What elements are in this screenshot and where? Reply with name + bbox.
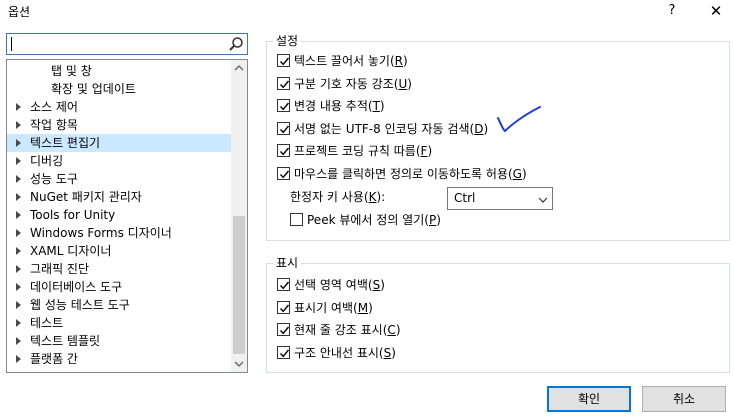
checkbox[interactable] (277, 99, 290, 112)
handwritten-check-annotation (497, 106, 541, 133)
option-label: 현재 줄 강조 표시(C) (294, 323, 401, 337)
tree-item[interactable]: 성능 도구 (7, 170, 231, 188)
modifier-key-select[interactable]: Ctrl (447, 187, 553, 210)
option-label: 구분 기호 자동 강조(U) (294, 76, 412, 91)
option-label: 프로젝트 코딩 규칙 따름(F) (294, 144, 433, 158)
tree-item[interactable]: 소스 제어 (7, 98, 231, 116)
option-label: 구조 안내선 표시(S) (294, 345, 396, 360)
tree-item[interactable]: 웹 성능 테스트 도구 (7, 296, 231, 314)
scroll-thumb[interactable] (233, 216, 245, 354)
expand-arrow-icon[interactable] (16, 355, 21, 363)
options-tree[interactable]: 탭 및 창확장 및 업데이트소스 제어작업 항목텍스트 편집기디버깅성능 도구 N… (6, 59, 248, 373)
tree-item-label: 테스트 (30, 316, 64, 330)
tree-item[interactable]: 플랫폼 간 (7, 350, 231, 368)
checkbox[interactable] (290, 213, 303, 226)
settings-legend: 설정 (273, 33, 302, 49)
tree-item[interactable]: 디버깅 (7, 152, 231, 170)
cancel-button[interactable]: 취소 (642, 386, 726, 412)
tree-item-label: 디버깅 (30, 154, 64, 168)
tree-item-label: 성능 도구 (30, 172, 78, 186)
search-icon[interactable] (228, 36, 244, 52)
tree-item[interactable]: 테스트 (7, 314, 231, 332)
option-label: 텍스트 끌어서 놓기(R) (294, 54, 408, 68)
window-title: 옵션 (8, 5, 31, 19)
option-label: 표시기 여백(M) (294, 300, 373, 315)
option-label: 변경 내용 추적(T) (294, 99, 385, 113)
expand-arrow-icon[interactable] (16, 265, 21, 273)
tree-item-label: 플랫폼 간 (30, 352, 78, 366)
expand-arrow-icon[interactable] (16, 175, 21, 183)
tree-item[interactable]: 데이터베이스 도구 (7, 278, 231, 296)
tree-item-label: 작업 항목 (30, 118, 78, 132)
chevron-down-icon (538, 194, 548, 204)
expand-arrow-icon[interactable] (16, 283, 21, 291)
tree-item-label: XAML 디자이너 (30, 244, 112, 258)
tree-item[interactable]: Tools for Unity (7, 206, 231, 224)
tree-scrollbar[interactable] (231, 60, 247, 372)
tree-item-label: 텍스트 편집기 (30, 136, 101, 150)
expand-arrow-icon[interactable] (16, 103, 21, 111)
expand-arrow-icon[interactable] (16, 121, 21, 129)
tree-item-label: 텍스트 템플릿 (30, 334, 101, 348)
tree-item[interactable]: NuGet 패키지 관리자 (7, 188, 231, 206)
checkbox[interactable] (277, 54, 290, 67)
expand-arrow-icon[interactable] (16, 157, 21, 165)
expand-arrow-icon[interactable] (16, 247, 21, 255)
modifier-key-value: Ctrl (454, 191, 476, 205)
text-caret (11, 37, 12, 51)
scroll-down-icon[interactable] (231, 355, 247, 372)
close-button[interactable]: ✕ (696, 0, 734, 24)
tree-item[interactable]: 텍스트 템플릿 (7, 332, 231, 350)
option-label: 서명 없는 UTF-8 인코딩 자동 검색(D) (294, 121, 489, 136)
help-button[interactable]: ? (652, 0, 692, 24)
expand-arrow-icon[interactable] (16, 301, 21, 309)
checkbox[interactable] (277, 345, 290, 359)
tree-item-label: 소스 제어 (30, 100, 78, 114)
checkbox[interactable] (277, 300, 290, 314)
title-bar: 옵션 ? ✕ (0, 0, 734, 24)
option-label: 선택 영역 여백(S) (294, 278, 385, 292)
modifier-key-label: 한정자 키 사용(K): (290, 190, 386, 204)
tree-item[interactable]: 탭 및 창 (7, 62, 231, 80)
scroll-up-icon[interactable] (231, 60, 247, 77)
tree-item-label: Tools for Unity (30, 208, 116, 222)
expand-arrow-icon[interactable] (16, 229, 21, 237)
tree-item-label: 확장 및 업데이트 (51, 82, 136, 96)
tree-item-label: Windows Forms 디자이너 (30, 226, 172, 240)
tree-item[interactable]: Windows Forms 디자이너 (7, 224, 231, 242)
tree-item-label: 탭 및 창 (51, 64, 92, 78)
tree-item[interactable]: 작업 항목 (7, 116, 231, 134)
tree-item[interactable]: XAML 디자이너 (7, 242, 231, 260)
tree-item[interactable]: 확장 및 업데이트 (7, 80, 231, 98)
tree-item[interactable]: 그래픽 진단 (7, 260, 231, 278)
expand-arrow-icon[interactable] (16, 319, 21, 327)
checkbox[interactable] (277, 121, 290, 135)
tree-item-label: 그래픽 진단 (30, 262, 90, 276)
display-legend: 표시 (273, 255, 302, 271)
ok-button[interactable]: 확인 (547, 386, 631, 412)
option-label: 마우스를 클릭하면 정의로 이동하도록 허용(G) (294, 166, 527, 181)
tree-item[interactable]: 텍스트 편집기 (7, 134, 231, 152)
expand-arrow-icon[interactable] (16, 211, 21, 219)
search-input[interactable] (6, 33, 248, 55)
expand-arrow-icon[interactable] (16, 193, 21, 201)
checkbox[interactable] (277, 278, 290, 291)
option-label: Peek 뷰에서 정의 열기(P) (307, 213, 441, 227)
checkbox[interactable] (277, 166, 290, 180)
tree-item-label: NuGet 패키지 관리자 (30, 190, 142, 204)
checkbox[interactable] (277, 76, 290, 90)
expand-arrow-icon[interactable] (16, 337, 21, 345)
tree-item-label: 웹 성능 테스트 도구 (30, 298, 130, 312)
tree-item-label: 데이터베이스 도구 (30, 280, 123, 294)
checkbox[interactable] (277, 323, 290, 336)
expand-arrow-icon[interactable] (16, 139, 21, 147)
checkbox[interactable] (277, 144, 290, 157)
